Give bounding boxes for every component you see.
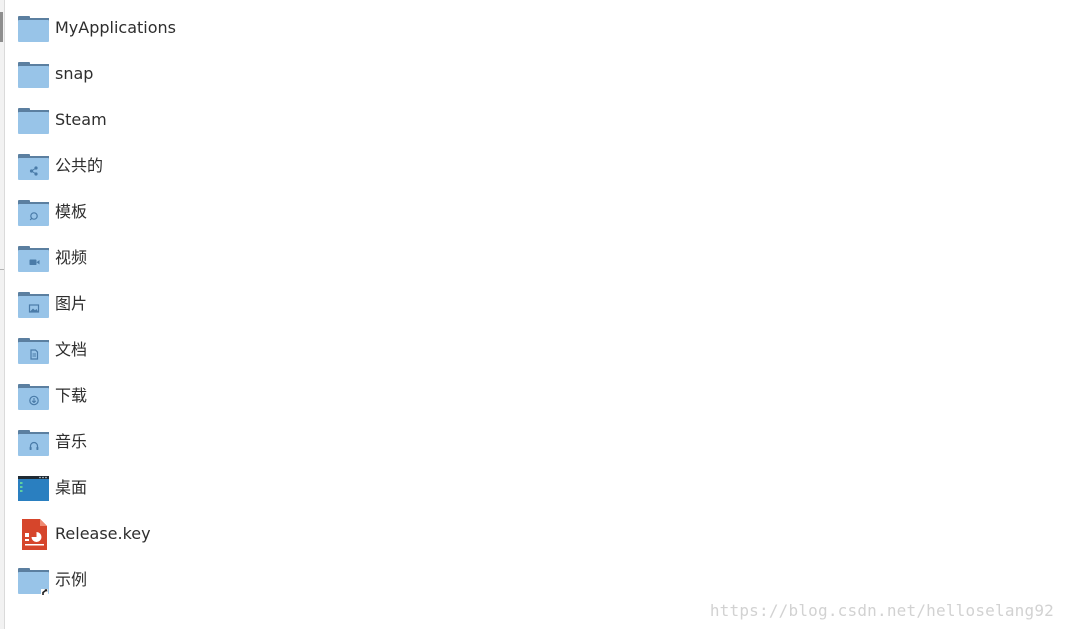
item-label: 视频	[55, 248, 88, 267]
folder-symlink-icon	[17, 563, 51, 597]
list-item-examples[interactable]: 示例	[17, 557, 717, 603]
folder-icon	[17, 11, 51, 45]
folder-icon	[17, 103, 51, 137]
folder-templates-icon	[17, 195, 51, 229]
item-label: 桌面	[55, 478, 88, 497]
item-label: MyApplications	[55, 18, 177, 37]
folder-pictures-icon	[17, 287, 51, 321]
list-item-desktop[interactable]: 桌面	[17, 465, 717, 511]
presentation-file-icon	[17, 517, 51, 551]
left-panel-divider	[0, 269, 4, 270]
list-item-documents[interactable]: 文档	[17, 327, 717, 373]
list-item-release-key[interactable]: Release.key	[17, 511, 717, 557]
list-item-templates[interactable]: 模板	[17, 189, 717, 235]
item-label: Release.key	[55, 524, 151, 543]
item-label: 文档	[55, 340, 88, 359]
folder-download-icon	[17, 379, 51, 413]
folder-documents-icon	[17, 333, 51, 367]
folder-music-icon	[17, 425, 51, 459]
item-label: 图片	[55, 294, 88, 313]
left-panel-edge	[0, 0, 5, 629]
item-label: 音乐	[55, 432, 88, 451]
list-item-videos[interactable]: 视频	[17, 235, 717, 281]
item-label: 示例	[55, 570, 88, 589]
folder-icon	[17, 57, 51, 91]
desktop-folder-icon	[17, 471, 51, 505]
file-list: MyApplications snap Steam 公共的 模板 视频 图片 文…	[17, 5, 717, 603]
list-item-public[interactable]: 公共的	[17, 143, 717, 189]
list-item-steam[interactable]: Steam	[17, 97, 717, 143]
list-item-music[interactable]: 音乐	[17, 419, 717, 465]
list-item-pictures[interactable]: 图片	[17, 281, 717, 327]
list-item-myapplications[interactable]: MyApplications	[17, 5, 717, 51]
folder-publicshare-icon	[17, 149, 51, 183]
watermark-text: https://blog.csdn.net/helloselang92	[709, 601, 1054, 620]
list-item-downloads[interactable]: 下载	[17, 373, 717, 419]
item-label: 公共的	[55, 156, 104, 175]
folder-videos-icon	[17, 241, 51, 275]
list-item-snap[interactable]: snap	[17, 51, 717, 97]
item-label: 下载	[55, 386, 88, 405]
item-label: Steam	[55, 110, 107, 129]
item-label: 模板	[55, 202, 88, 221]
item-label: snap	[55, 64, 94, 83]
left-panel-scroll-indicator	[0, 12, 3, 42]
